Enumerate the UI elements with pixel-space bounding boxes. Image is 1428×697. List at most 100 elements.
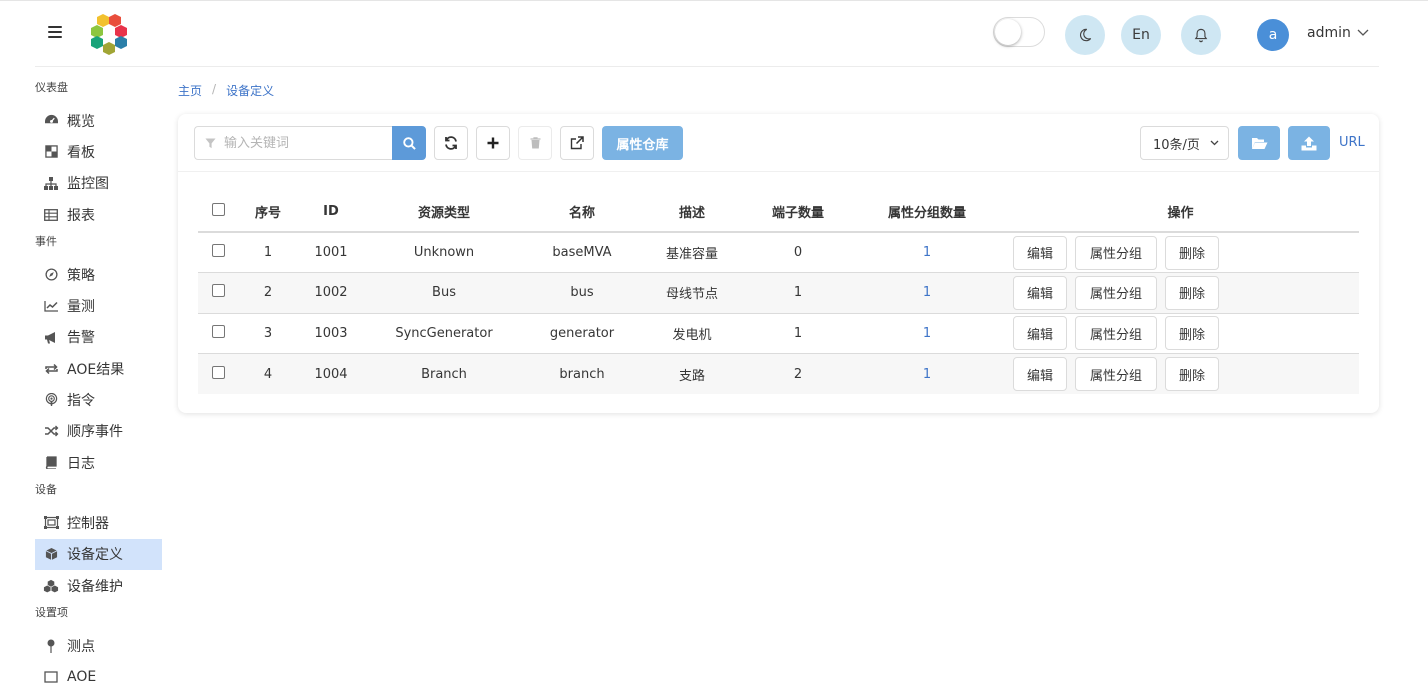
property-group-button[interactable]: 属性分组 — [1075, 275, 1157, 310]
row-checkbox[interactable] — [211, 365, 225, 379]
edit-button[interactable]: 编辑 — [1013, 357, 1067, 391]
refresh-button[interactable] — [434, 126, 468, 160]
breadcrumb-current[interactable]: 设备定义 — [226, 82, 274, 99]
cell-terminals: 1 — [744, 313, 852, 354]
table-row: 1 1001 Unknown baseMVA 基准容量 0 1 编辑 属性分组 … — [198, 232, 1359, 273]
random-icon — [43, 425, 59, 437]
property-repository-button[interactable]: 属性仓库 — [602, 126, 683, 160]
property-group-button[interactable]: 属性分组 — [1075, 235, 1157, 270]
search-input[interactable] — [224, 135, 374, 151]
select-all-checkbox[interactable] — [211, 203, 225, 216]
cell-group-count[interactable]: 1 — [852, 232, 1002, 273]
cell-id: 1002 — [298, 272, 364, 314]
edit-button[interactable]: 编辑 — [1013, 275, 1067, 310]
language-button[interactable]: En — [1121, 15, 1161, 55]
column-header[interactable]: ID — [298, 192, 364, 233]
book-icon — [43, 456, 59, 470]
cell-type: Unknown — [364, 232, 524, 273]
cell-index: 2 — [238, 272, 298, 314]
cubes-icon — [43, 579, 59, 593]
column-header[interactable]: 资源类型 — [364, 192, 524, 233]
upload-button[interactable] — [1288, 126, 1330, 160]
open-folder-button[interactable] — [1238, 126, 1280, 160]
sidebar-item-device-maintenance[interactable]: 设备维护 — [35, 570, 162, 601]
sidebar-item-report[interactable]: 报表 — [35, 199, 162, 230]
add-button[interactable] — [476, 126, 510, 160]
sidebar-item-label: 告警 — [67, 330, 95, 347]
sidebar-item-measure[interactable]: 量测 — [35, 290, 162, 321]
cell-group-count[interactable]: 1 — [852, 353, 1002, 394]
avatar[interactable]: a — [1257, 19, 1289, 51]
breadcrumb: 主页 / 设备定义 — [178, 82, 274, 99]
sidebar-item-aoe[interactable]: AOE — [35, 661, 162, 692]
notification-button[interactable] — [1181, 15, 1221, 55]
sidebar-item-monitor[interactable]: 监控图 — [35, 168, 162, 199]
logo — [91, 14, 127, 55]
sidebar-item-controller[interactable]: 控制器 — [35, 507, 162, 538]
sidebar-item-overview[interactable]: 概览 — [35, 105, 162, 136]
delete-button[interactable]: 删除 — [1165, 235, 1219, 270]
delete-selected-button[interactable] — [518, 126, 552, 160]
search-box — [194, 126, 392, 160]
compass-icon — [43, 268, 59, 281]
cell-terminals: 2 — [744, 353, 852, 394]
cell-id: 1004 — [298, 353, 364, 394]
cell-id: 1003 — [298, 313, 364, 354]
column-header[interactable]: 名称 — [524, 192, 640, 233]
cell-name: generator — [524, 313, 640, 354]
sidebar-item-command[interactable]: 指令 — [35, 384, 162, 415]
user-menu[interactable]: admin — [1307, 25, 1369, 41]
url-link[interactable]: URL — [1339, 135, 1365, 150]
cell-group-count[interactable]: 1 — [852, 272, 1002, 314]
sidebar-item-label: 日志 — [67, 455, 95, 472]
sidebar-item-alarm[interactable]: 告警 — [35, 322, 162, 353]
dark-mode-button[interactable] — [1065, 15, 1105, 55]
delete-button[interactable]: 删除 — [1165, 275, 1219, 310]
row-checkbox[interactable] — [211, 324, 225, 338]
sidebar-item-log[interactable]: 日志 — [35, 447, 162, 478]
cell-name: branch — [524, 353, 640, 394]
sidebar-item-device-definition[interactable]: 设备定义 — [35, 538, 162, 570]
sidebar-item-label: 设备定义 — [67, 547, 123, 564]
delete-button[interactable]: 删除 — [1165, 316, 1219, 351]
column-header[interactable]: 端子数量 — [744, 192, 852, 233]
column-header[interactable]: 描述 — [640, 192, 744, 233]
cell-desc: 基准容量 — [640, 232, 744, 273]
search-button[interactable] — [392, 126, 426, 160]
sidebar-group-devices: 设备 — [35, 483, 57, 497]
delete-button[interactable]: 删除 — [1165, 357, 1219, 391]
search-icon — [402, 136, 416, 150]
row-checkbox[interactable] — [211, 284, 225, 298]
menu-icon[interactable] — [48, 26, 62, 38]
sidebar-item-strategy[interactable]: 策略 — [35, 259, 162, 290]
board-icon — [43, 145, 59, 159]
export-button[interactable] — [560, 126, 594, 160]
sidebar-item-sequence-events[interactable]: 顺序事件 — [35, 416, 162, 447]
property-group-button[interactable]: 属性分组 — [1075, 357, 1157, 391]
edit-button[interactable]: 编辑 — [1013, 235, 1067, 270]
property-group-button[interactable]: 属性分组 — [1075, 316, 1157, 351]
column-header[interactable]: 序号 — [238, 192, 298, 233]
trash-icon — [530, 137, 540, 149]
theme-toggle[interactable] — [993, 17, 1045, 47]
edit-button[interactable]: 编辑 — [1013, 316, 1067, 351]
sidebar-group-dashboard: 仪表盘 — [35, 81, 68, 94]
cell-group-count[interactable]: 1 — [852, 313, 1002, 354]
sidebar-item-label: AOE — [67, 669, 97, 686]
cell-desc: 母线节点 — [640, 272, 744, 314]
row-checkbox[interactable] — [211, 244, 225, 257]
chevron-down-icon — [1210, 140, 1219, 146]
table-row: 3 1003 SyncGenerator generator 发电机 1 1 编… — [198, 313, 1359, 354]
sidebar-item-board[interactable]: 看板 — [35, 136, 162, 167]
sidebar-item-point[interactable]: 测点 — [35, 630, 162, 661]
column-header[interactable]: 属性分组数量 — [852, 192, 1002, 233]
sidebar-item-aoe-result[interactable]: AOE结果 — [35, 353, 162, 384]
page-size-select[interactable]: 10条/页 — [1140, 126, 1229, 160]
sidebar-item-label: 看板 — [67, 144, 95, 161]
cell-terminals: 0 — [744, 232, 852, 273]
sidebar-item-label: 概览 — [67, 113, 95, 130]
breadcrumb-home[interactable]: 主页 — [178, 82, 202, 99]
device-definition-card: 属性仓库 10条/页 URL 序号 ID 资源类型 名称 描述 端子数量 — [178, 114, 1379, 413]
cube-icon — [43, 547, 59, 561]
sidebar-item-label: AOE结果 — [67, 361, 125, 378]
